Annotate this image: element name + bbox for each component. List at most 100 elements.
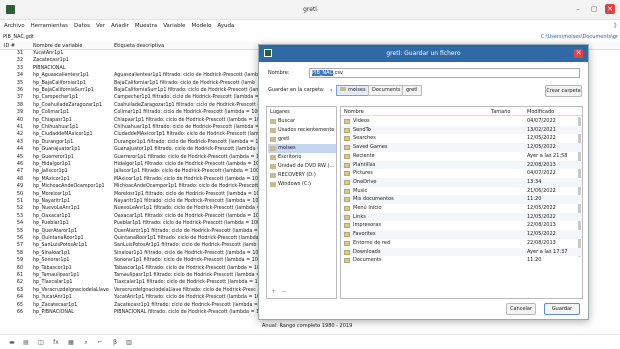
menu-item[interactable]: Modelo xyxy=(191,23,211,29)
row-name: hp_BajaCaliforniar1p1 xyxy=(33,80,86,86)
console-icon[interactable]: ▬ xyxy=(8,339,16,346)
row-id: 53 xyxy=(16,213,23,219)
file-row[interactable]: Entorno de red 22/08/2013 xyxy=(341,239,582,248)
file-name: Saved Games xyxy=(353,144,388,151)
menu-item[interactable]: Añadir xyxy=(111,23,129,29)
dialog-close-icon[interactable]: ✕ xyxy=(574,49,583,58)
dialog-title-bar: gretl: Guardar un fichero ✕ xyxy=(259,45,588,62)
create-folder-button[interactable]: Crear carpeta xyxy=(545,85,582,97)
place-label: RECOVERY (D:) xyxy=(278,172,316,178)
file-row[interactable]: Pictures 04/07/2022 xyxy=(341,169,582,178)
col-desc[interactable]: Etiqueta descriptiva xyxy=(114,43,164,49)
file-row[interactable]: Favorites 12/05/2022 xyxy=(341,230,582,239)
place-item[interactable]: Unidad de DVD RW (... xyxy=(268,162,336,171)
file-row[interactable]: Music 21/06/2022 xyxy=(341,187,582,196)
row-desc: CoahuiladeZaragozar1p1 filtrado: ciclo d… xyxy=(114,102,260,108)
place-item[interactable]: gretl xyxy=(268,135,336,144)
place-item[interactable]: moises xyxy=(268,144,336,153)
menu-item[interactable]: Ver xyxy=(96,23,105,29)
row-desc: CiudaddeMAxicor1p1 filtrado: ciclo de Ho… xyxy=(114,132,260,138)
places-panel: Lugares + — Buscar Usados recientemente gr… xyxy=(266,106,337,299)
file-modified: Ayer a las 21:58 xyxy=(527,152,568,159)
table-icon[interactable]: ▥ xyxy=(125,339,133,346)
file-name: Reciente xyxy=(353,152,375,159)
menu-item[interactable]: Herramientas xyxy=(31,23,68,29)
row-id: 42 xyxy=(16,132,23,138)
file-row[interactable]: Menú Inicio 12/05/2022 xyxy=(341,204,582,213)
file-row[interactable]: Reciente Ayer a las 21:58 xyxy=(341,152,582,161)
folder-icon xyxy=(344,162,350,168)
remove-place-button[interactable]: — xyxy=(281,288,287,295)
place-icon xyxy=(270,155,276,160)
row-desc: QuerAtaror1p1 filtrado: ciclo de Hodrick… xyxy=(114,228,260,234)
file-row[interactable]: Videos 04/07/2022 xyxy=(341,117,582,126)
col-name[interactable]: Nombre de variable xyxy=(33,43,82,49)
add-place-button[interactable]: + xyxy=(271,288,276,295)
row-name: hp_Tabascor1p1 xyxy=(33,265,72,271)
save-button[interactable]: Guardar xyxy=(544,303,580,315)
file-modified: 13:34 xyxy=(527,178,542,185)
row-name: hp_Sonorar1p1 xyxy=(33,258,70,264)
minimize-button[interactable]: – xyxy=(573,4,583,14)
matrix-icon[interactable]: ▦ xyxy=(67,339,75,346)
file-row[interactable]: Mis documentos 11:20 xyxy=(341,195,582,204)
beta-icon[interactable]: β xyxy=(111,339,119,346)
file-row[interactable]: OneDrive 13:34 xyxy=(341,177,582,187)
row-id: 65 xyxy=(16,302,23,308)
crumb-back-icon[interactable]: ‹ xyxy=(330,87,332,94)
menu-item[interactable]: Muestra xyxy=(135,23,157,29)
row-name: hp_Sinaloar1p1 xyxy=(33,250,71,256)
row-desc: YucatAnr1p1 filtrado: ciclo de Hodrick-P… xyxy=(114,295,260,301)
file-row[interactable]: Downloads Ayer a las 17:37 xyxy=(341,247,582,257)
maximize-button[interactable]: ▢ xyxy=(589,4,599,14)
close-button[interactable]: ✕ xyxy=(605,4,615,14)
file-row[interactable]: Searches 12/05/2022 xyxy=(341,134,582,143)
dataset-filename: PIB_NAC.gdt xyxy=(3,34,34,40)
row-desc: Pueblar1p1 filtrado: ciclo de Hodrick-Pr… xyxy=(114,221,260,227)
file-list-header: Nombre Tamaño Modificado xyxy=(341,107,582,116)
sidebar-toggle-icon[interactable]: ⟫ xyxy=(614,22,617,29)
file-name: Searches xyxy=(353,135,376,142)
row-id: 59 xyxy=(16,258,23,264)
row-id: 64 xyxy=(16,295,23,301)
menu-item[interactable]: Variable xyxy=(163,23,185,29)
fx-icon[interactable]: fx xyxy=(52,339,60,346)
file-row[interactable]: Impresoras 22/08/2013 xyxy=(341,221,582,230)
file-row[interactable]: Plantillas 22/08/2013 xyxy=(341,160,582,170)
row-desc: MichoacAndeOcampor1p1 filtrado: ciclo de… xyxy=(114,184,259,190)
menu-item[interactable]: Datos xyxy=(74,23,90,29)
row-id: 33 xyxy=(16,65,23,71)
file-row[interactable]: SendTo 13/02/2021 xyxy=(341,125,582,135)
col-id[interactable]: ID # xyxy=(4,43,15,49)
col-modified[interactable]: Modificado xyxy=(527,109,554,115)
file-row[interactable]: Saved Games 12/05/2022 xyxy=(341,143,582,152)
file-row[interactable]: Documents 11:20 xyxy=(341,256,582,265)
place-item[interactable]: RECOVERY (D:) xyxy=(268,171,336,180)
col-size[interactable]: Tamaño xyxy=(491,109,510,115)
filename-input[interactable]: PIB_NAC.csv xyxy=(309,68,580,78)
place-item[interactable]: Escritorio xyxy=(268,153,336,162)
row-name: hp_VeracruzdeIgnaciodelaLlave xyxy=(33,287,109,293)
file-modified: 12/05/2022 xyxy=(527,205,556,211)
menu-item[interactable]: Archivo xyxy=(4,23,25,29)
crumb-moises[interactable]: moises xyxy=(336,85,370,96)
file-row[interactable]: Links 12/05/2022 xyxy=(341,212,582,222)
script-icon[interactable]: ▤ xyxy=(22,339,30,346)
place-item[interactable]: Buscar xyxy=(268,117,336,126)
menu-item[interactable]: Ayuda xyxy=(217,23,234,29)
crumb-documents[interactable]: Documents xyxy=(368,85,405,96)
row-desc: Morelosr1p1 filtrado: ciclo de Hodrick-P… xyxy=(114,191,260,197)
place-label: Unidad de DVD RW (... xyxy=(278,163,335,169)
place-item[interactable]: Usados recientemente xyxy=(268,126,336,135)
row-desc: Chiapasr1p1 filtrado: ciclo de Hodrick-P… xyxy=(114,117,260,123)
graph-icon[interactable]: ⌐ xyxy=(96,339,104,346)
cancel-button[interactable]: Cancelar xyxy=(506,303,536,315)
session-icon[interactable]: ◫ xyxy=(37,339,45,346)
file-name: Downloads xyxy=(353,248,381,255)
folder-icon xyxy=(344,214,350,220)
crumb-gretl[interactable]: gretl xyxy=(402,85,422,96)
row-name: hp_CoahuiladeZaragozar1p1 xyxy=(33,102,103,108)
col-filename[interactable]: Nombre xyxy=(344,109,364,115)
place-item[interactable]: Windows (C:) xyxy=(268,180,336,189)
search-icon[interactable]: ⌕ xyxy=(82,339,90,346)
